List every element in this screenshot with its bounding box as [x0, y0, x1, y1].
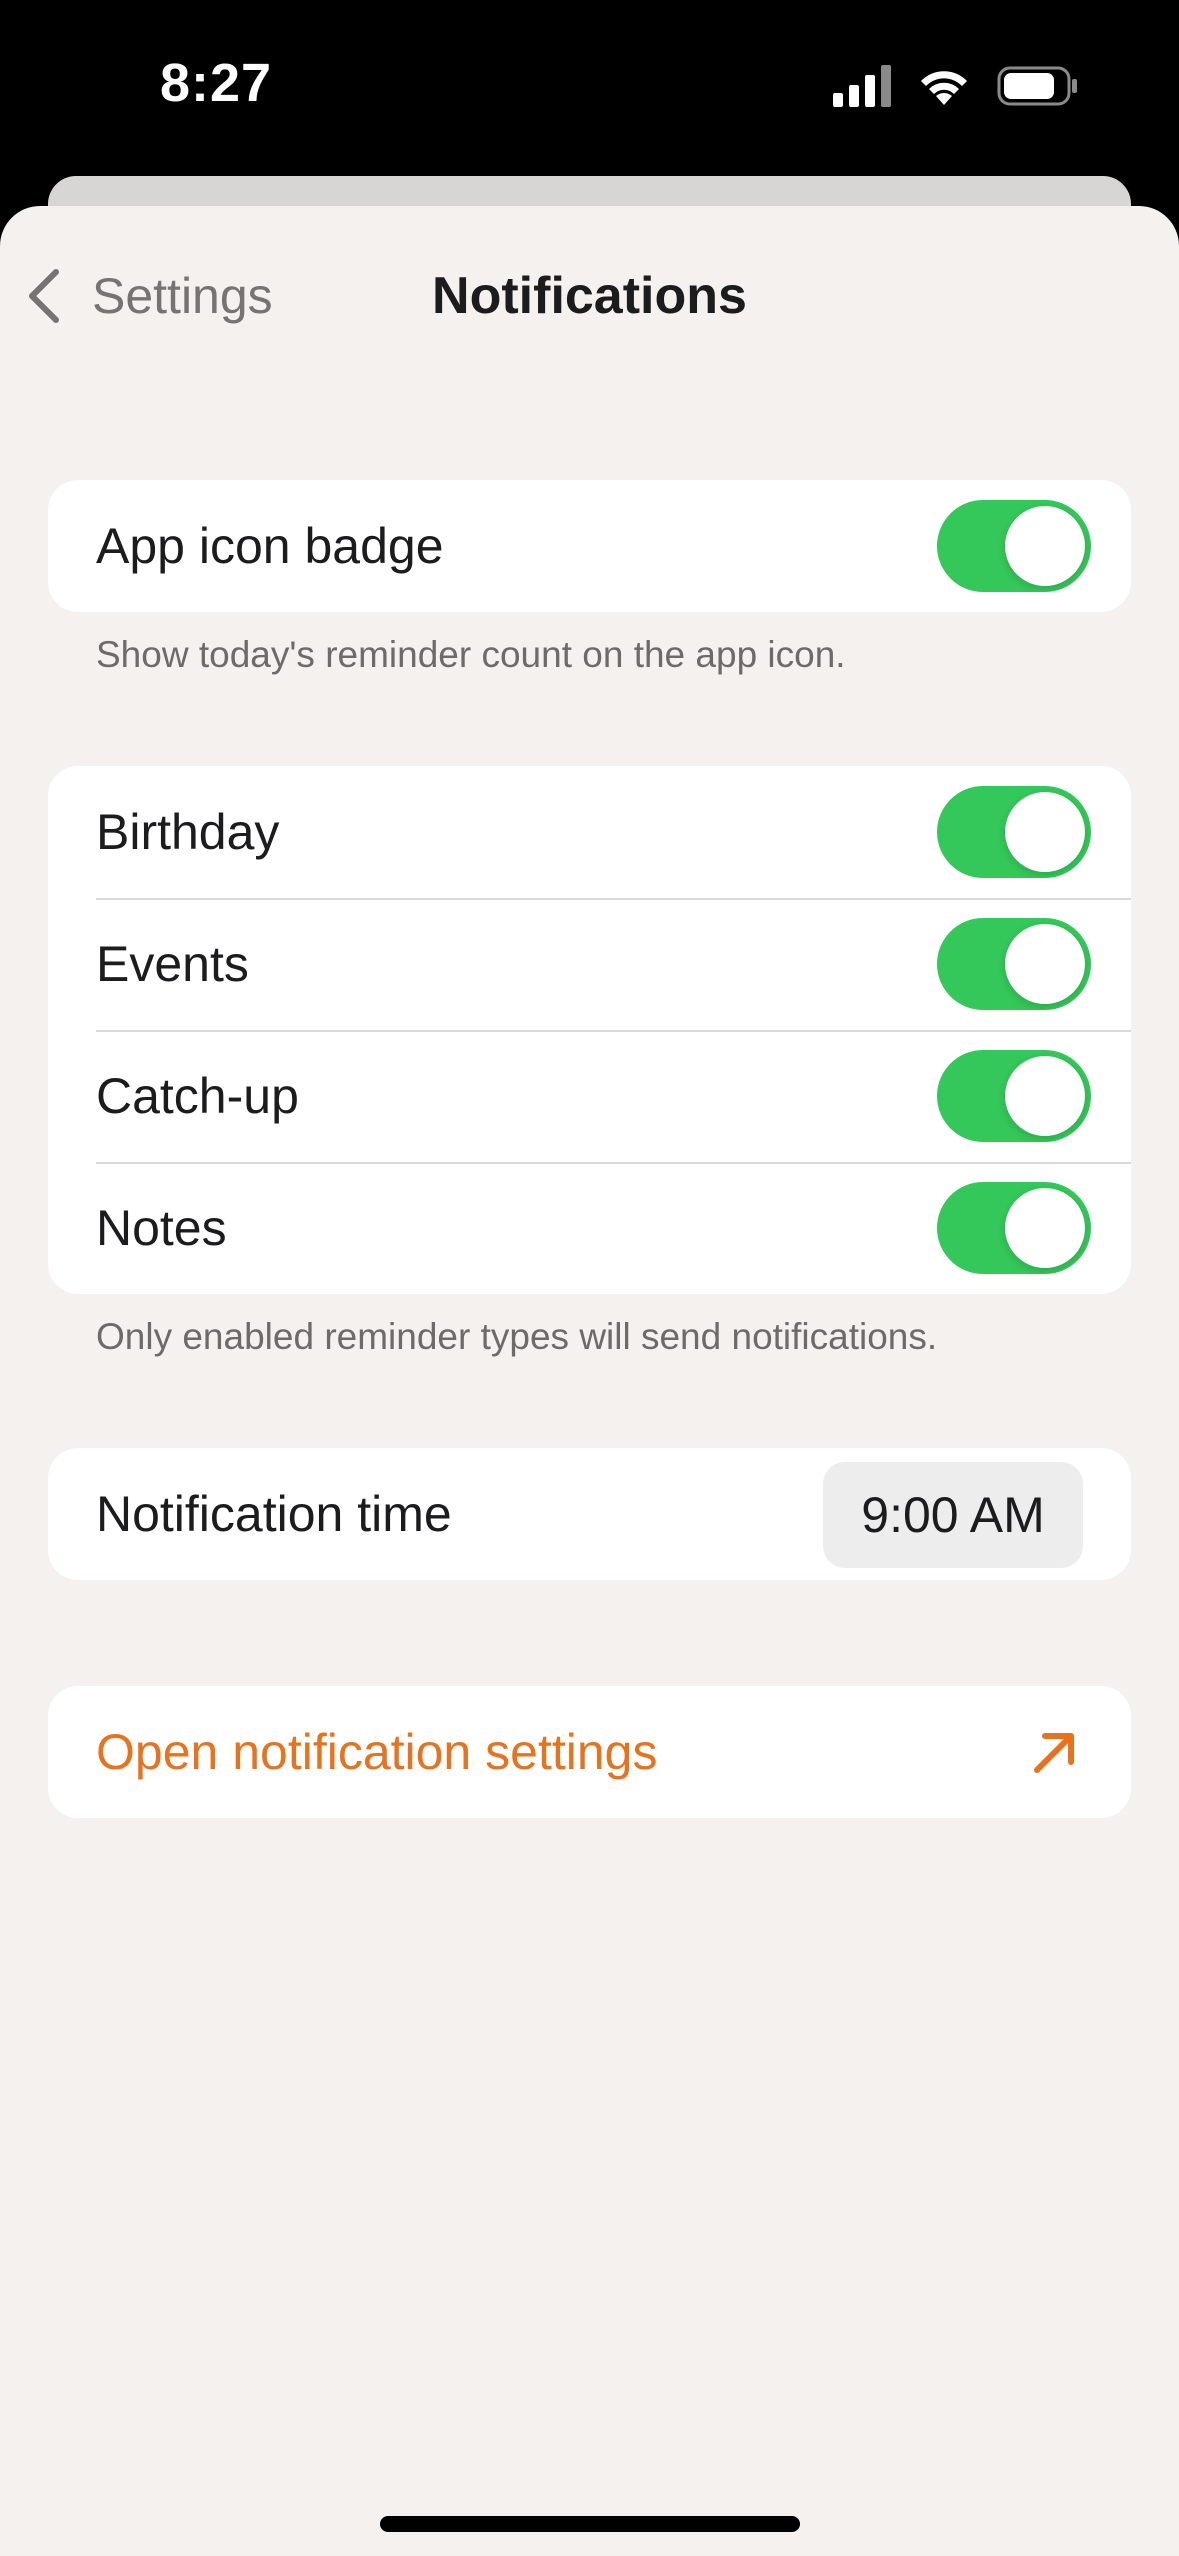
app-icon-badge-label: App icon badge	[96, 518, 444, 574]
toggle-knob	[1005, 1056, 1085, 1136]
notification-time-picker[interactable]: 9:00 AM	[823, 1462, 1083, 1568]
battery-icon	[997, 66, 1077, 106]
open-settings-group: Open notification settings	[48, 1686, 1131, 1818]
birthday-toggle[interactable]	[937, 786, 1091, 878]
notifications-sheet: Settings Notifications App icon badge Sh…	[0, 206, 1179, 2556]
badge-group: App icon badge	[48, 480, 1131, 612]
badge-footnote: Show today's reminder count on the app i…	[96, 634, 846, 675]
home-indicator[interactable]	[380, 2516, 800, 2532]
reminder-types-footnote: Only enabled reminder types will send no…	[96, 1316, 938, 1357]
cellular-signal-icon	[833, 65, 891, 107]
toggle-knob	[1005, 1188, 1085, 1268]
page-title: Notifications	[432, 267, 747, 325]
reminder-type-label: Catch-up	[96, 1068, 299, 1124]
notification-time-row: Notification time 9:00 AM	[48, 1448, 1131, 1580]
reminder-type-row-notes: Notes	[48, 1162, 1131, 1294]
reminder-type-row-events: Events	[48, 898, 1131, 1030]
wifi-icon	[921, 71, 967, 105]
catch-up-toggle[interactable]	[937, 1050, 1091, 1142]
app-icon-badge-toggle[interactable]	[937, 500, 1091, 592]
navigation-bar: Settings Notifications	[0, 206, 1179, 386]
events-toggle[interactable]	[937, 918, 1091, 1010]
toggle-knob	[1005, 792, 1085, 872]
reminder-types-group: Birthday Events Catch-up Notes	[48, 766, 1131, 1294]
open-notification-settings-label: Open notification settings	[96, 1724, 658, 1780]
reminder-type-row-catch-up: Catch-up	[48, 1030, 1131, 1162]
app-icon-badge-row: App icon badge	[48, 480, 1131, 612]
status-bar: 8:27	[0, 0, 1179, 180]
notes-toggle[interactable]	[937, 1182, 1091, 1274]
status-time: 8:27	[160, 53, 273, 113]
reminder-type-label: Birthday	[96, 804, 280, 860]
arrow-up-right-icon	[1034, 1733, 1074, 1773]
reminder-type-row-birthday: Birthday	[48, 766, 1131, 898]
reminder-type-label: Events	[96, 936, 249, 992]
status-icons	[833, 64, 1079, 108]
notification-time-group: Notification time 9:00 AM	[48, 1448, 1131, 1580]
toggle-knob	[1005, 924, 1085, 1004]
open-notification-settings-button[interactable]: Open notification settings	[48, 1686, 1131, 1818]
reminder-type-label: Notes	[96, 1200, 227, 1256]
notification-time-label: Notification time	[96, 1486, 452, 1542]
toggle-knob	[1005, 506, 1085, 586]
